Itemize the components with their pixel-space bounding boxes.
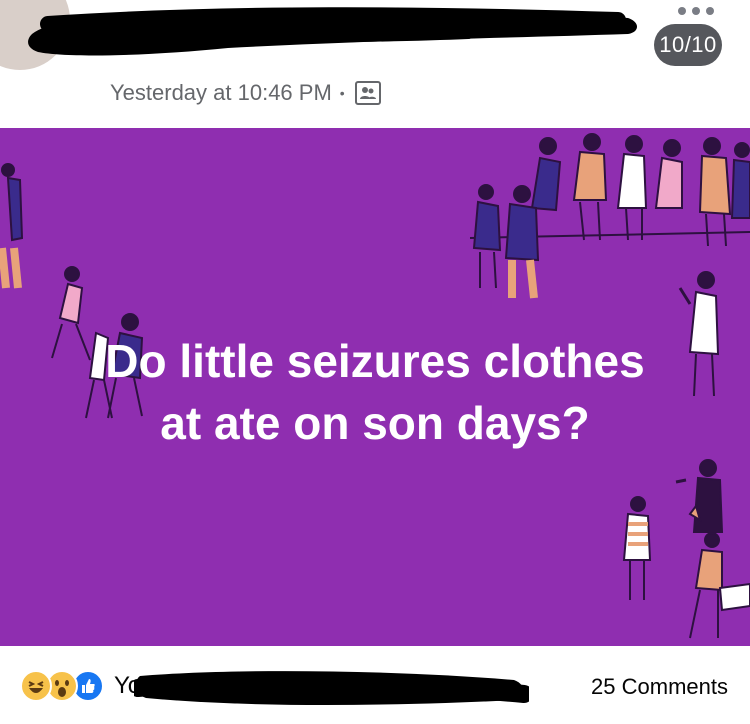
more-options-icon[interactable] (678, 4, 714, 18)
group-icon[interactable] (354, 81, 381, 105)
post-footer: You 25 Comments (0, 646, 750, 724)
reactions-summary[interactable] (20, 670, 104, 702)
post-image[interactable]: Do little seizures clothes at ate on son… (0, 128, 750, 646)
post-timestamp[interactable]: Yesterday at 10:46 PM (110, 80, 332, 106)
meta-separator: • (339, 85, 345, 101)
question-line-2: at ate on son days? (160, 397, 590, 449)
redacted-author-name (28, 4, 643, 64)
redacted-reactors (129, 658, 533, 714)
page-counter-badge: 10/10 (654, 24, 722, 66)
post-header: 10/10 Yesterday at 10:46 PM • (0, 0, 750, 128)
question-line-1: Do little seizures clothes (105, 335, 645, 387)
question-text: Do little seizures clothes at ate on son… (0, 330, 750, 454)
comments-count[interactable]: 25 Comments (591, 674, 728, 700)
post-meta: Yesterday at 10:46 PM • (110, 76, 381, 110)
haha-icon (20, 670, 52, 702)
